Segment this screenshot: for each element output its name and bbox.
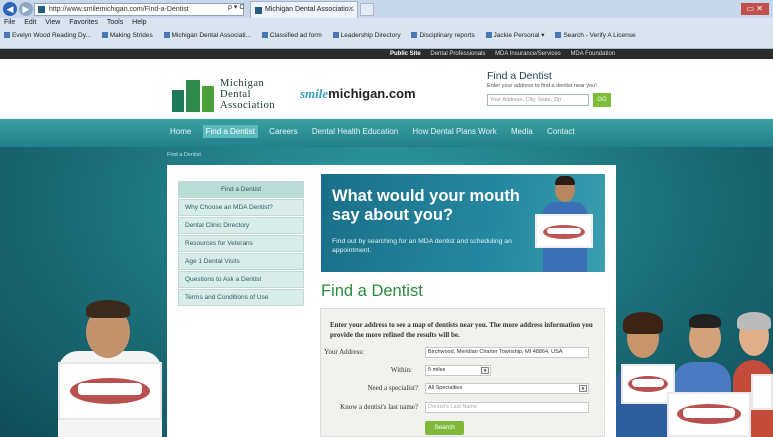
breadcrumb[interactable]: Find a Dentist bbox=[167, 152, 201, 158]
nav-how-dental-plans-work[interactable]: How Dental Plans Work bbox=[409, 125, 499, 138]
window-controls[interactable]: ▭ ✕ bbox=[740, 3, 769, 15]
hero-banner: What would your mouth say about you? Fin… bbox=[321, 174, 605, 272]
form-intro: Enter your address to see a map of denti… bbox=[330, 321, 593, 339]
nav-media[interactable]: Media bbox=[508, 125, 536, 138]
menu-file[interactable]: File bbox=[4, 19, 15, 26]
chevron-down-icon: ▾ bbox=[579, 385, 587, 392]
bookmark-icon bbox=[261, 32, 268, 38]
sidenav-veterans[interactable]: Resources for Veterans bbox=[178, 235, 304, 252]
favorite-item[interactable]: Leadership Directory bbox=[332, 32, 401, 39]
site-favicon-icon bbox=[38, 6, 45, 13]
browser-chrome: ◀ ▶ http://www.smilemichigan.com/Find-a-… bbox=[0, 0, 773, 49]
logo-line3: Association bbox=[220, 100, 276, 111]
back-button[interactable]: ◀ bbox=[3, 2, 17, 16]
tab-close-icon[interactable]: ✕ bbox=[348, 2, 354, 17]
smile-michigan-logo[interactable]: smilemichigan.com bbox=[300, 86, 416, 102]
lastname-input[interactable]: Dentist's Last Name bbox=[425, 402, 589, 413]
address-input[interactable]: Birchwood, Meridian Charter Township, MI… bbox=[425, 347, 589, 358]
nav-dental-health-education[interactable]: Dental Health Education bbox=[309, 125, 401, 138]
sidenav-questions[interactable]: Questions to Ask a Dentist bbox=[178, 271, 304, 288]
header-find-dentist: Find a Dentist Enter your address to fin… bbox=[487, 70, 611, 107]
address-text: http://www.smilemichigan.com/Find-a-Dent… bbox=[49, 6, 189, 13]
smiling-man-photo bbox=[50, 296, 170, 437]
specialist-label: Need a specialist? bbox=[367, 384, 418, 392]
favorite-item[interactable]: Search - Verify A License bbox=[555, 32, 636, 39]
bookmark-icon bbox=[4, 32, 10, 38]
header-find-subtitle: Enter your address to find a dentist nea… bbox=[487, 83, 597, 89]
utility-bar: Public Site Dental Professionals MDA Ins… bbox=[0, 49, 773, 59]
new-tab-button[interactable] bbox=[360, 3, 374, 16]
favorites-bar: Evelyn Wood Reading Dy... Making Strides… bbox=[4, 31, 769, 43]
smile-logo-prefix: smile bbox=[300, 86, 329, 101]
hero-title: What would your mouth say about you? bbox=[332, 187, 520, 224]
hero-subtitle: Find out by searching for an MDA dentist… bbox=[332, 238, 512, 254]
util-link-insurance[interactable]: MDA Insurance/Services bbox=[495, 51, 561, 57]
forward-button[interactable]: ▶ bbox=[19, 2, 33, 16]
menu-help[interactable]: Help bbox=[132, 19, 146, 26]
address-bar[interactable]: http://www.smilemichigan.com/Find-a-Dent… bbox=[34, 3, 244, 16]
page-title: Find a Dentist bbox=[321, 282, 423, 300]
specialist-select[interactable]: All Specialties ▾ bbox=[425, 383, 589, 394]
mda-logo-icon[interactable] bbox=[172, 80, 216, 112]
nav-find-a-dentist[interactable]: Find a Dentist bbox=[202, 125, 258, 138]
sidenav-age1-visits[interactable]: Age 1 Dental Visits bbox=[178, 253, 304, 270]
tab-favicon-icon bbox=[255, 7, 262, 14]
mda-logo-text[interactable]: Michigan Dental Association bbox=[220, 78, 275, 111]
site-header: Michigan Dental Association smilemichiga… bbox=[0, 59, 773, 119]
favorite-item[interactable]: Jackie Personal ▾ bbox=[485, 32, 545, 39]
smile-logo-domain: michigan.com bbox=[328, 86, 416, 101]
menu-edit[interactable]: Edit bbox=[24, 19, 36, 26]
hero-person-photo bbox=[535, 176, 595, 272]
util-link-foundation[interactable]: MDA Foundation bbox=[570, 51, 615, 57]
smiling-group-photo bbox=[615, 312, 773, 437]
favorite-item[interactable]: Making Strides bbox=[101, 32, 153, 39]
nav-contact[interactable]: Contact bbox=[544, 125, 578, 138]
header-find-title: Find a Dentist bbox=[487, 70, 552, 82]
header-go-button[interactable]: GO bbox=[593, 93, 611, 107]
bookmark-icon bbox=[163, 32, 170, 38]
sidenav-terms[interactable]: Terms and Conditions of Use bbox=[178, 289, 304, 306]
bookmark-icon bbox=[101, 32, 108, 38]
address-label: Your Address: bbox=[324, 348, 364, 356]
lastname-label: Know a dentist's last name? bbox=[340, 403, 418, 411]
menu-tools[interactable]: Tools bbox=[107, 19, 123, 26]
sidenav-header[interactable]: Find a Dentist bbox=[178, 181, 304, 198]
chevron-down-icon: ▾ bbox=[481, 367, 489, 374]
header-address-input[interactable]: Your Address, City, State, Zip bbox=[487, 94, 589, 106]
sidenav-clinic-directory[interactable]: Dental Clinic Directory bbox=[178, 217, 304, 234]
favorite-item[interactable]: Michigan Dental Associati... bbox=[163, 32, 251, 39]
specialist-value: All Specialties bbox=[428, 385, 463, 391]
browser-tab[interactable]: Michigan Dental Associatio... ✕ bbox=[250, 1, 358, 18]
within-value: 5 miles bbox=[428, 367, 446, 373]
favorite-item[interactable]: Evelyn Wood Reading Dy... bbox=[4, 32, 91, 39]
bookmark-icon bbox=[411, 32, 418, 38]
address-tools[interactable]: ρ ▾ C bbox=[228, 3, 244, 11]
main-navigation: Home Find a Dentist Careers Dental Healt… bbox=[0, 119, 773, 147]
bookmark-icon bbox=[332, 32, 339, 38]
favorite-item[interactable]: Disciplinary reports bbox=[411, 32, 475, 39]
side-navigation: Find a Dentist Why Choose an MDA Dentist… bbox=[178, 181, 304, 307]
nav-home[interactable]: Home bbox=[167, 125, 194, 138]
within-select[interactable]: 5 miles ▾ bbox=[425, 365, 491, 376]
favorite-item[interactable]: Classified ad form bbox=[261, 32, 322, 39]
util-link-public-site[interactable]: Public Site bbox=[390, 51, 421, 57]
menu-bar: File Edit View Favorites Tools Help bbox=[4, 19, 154, 30]
tab-title: Michigan Dental Associatio... bbox=[265, 6, 355, 13]
search-button[interactable]: Search bbox=[425, 421, 464, 435]
bookmark-icon bbox=[555, 32, 562, 38]
util-link-dental-professionals[interactable]: Dental Professionals bbox=[430, 51, 485, 57]
logo-line1: Michigan bbox=[220, 78, 265, 89]
menu-view[interactable]: View bbox=[45, 19, 60, 26]
sidenav-why-choose[interactable]: Why Choose an MDA Dentist? bbox=[178, 199, 304, 216]
within-label: Within: bbox=[390, 366, 412, 374]
bookmark-icon bbox=[485, 32, 492, 38]
menu-favorites[interactable]: Favorites bbox=[69, 19, 98, 26]
logo-line2: Dental bbox=[220, 89, 251, 100]
nav-careers[interactable]: Careers bbox=[266, 125, 300, 138]
